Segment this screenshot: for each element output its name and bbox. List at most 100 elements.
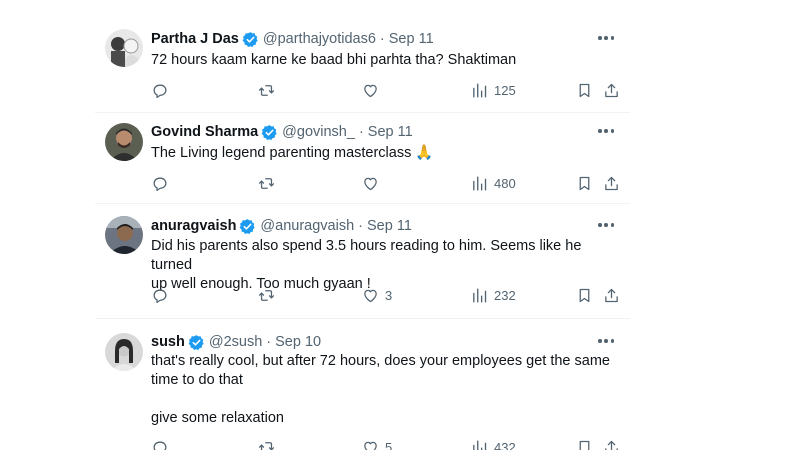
views-button[interactable]: 432 [471, 437, 516, 450]
like-button[interactable]: 5 [362, 437, 392, 450]
views-icon [471, 439, 488, 450]
bookmark-icon [576, 82, 593, 99]
views-count: 432 [494, 439, 516, 450]
repost-button[interactable] [258, 437, 281, 450]
views-button[interactable]: 480 [471, 173, 516, 193]
reply-button[interactable] [151, 437, 174, 450]
share-icon [603, 439, 620, 450]
tweet-header: Govind Sharma @govinsh_ · Sep 11 [151, 121, 413, 143]
views-button[interactable]: 125 [471, 80, 516, 100]
tweet-date[interactable]: Sep 11 [389, 31, 434, 47]
reply-button[interactable] [151, 173, 174, 193]
more-icon[interactable] [596, 30, 616, 46]
views-icon [471, 287, 488, 304]
reply-icon [151, 175, 168, 192]
user-handle[interactable]: @anuragvaish [260, 218, 354, 234]
share-button[interactable] [603, 437, 620, 450]
repost-icon [258, 439, 275, 450]
share-icon [603, 287, 620, 304]
views-button[interactable]: 232 [471, 285, 516, 305]
repost-icon [258, 175, 275, 192]
repost-button[interactable] [258, 80, 281, 100]
reply-button[interactable] [151, 285, 174, 305]
bookmark-button[interactable] [576, 80, 593, 100]
bookmark-button[interactable] [576, 285, 593, 305]
user-handle[interactable]: @2sush [209, 334, 262, 350]
tweet-header: anuragvaish @anuragvaish · Sep 11 [151, 215, 412, 237]
like-button[interactable] [362, 173, 385, 193]
avatar[interactable] [105, 333, 143, 371]
reply-icon [151, 439, 168, 450]
bookmark-button[interactable] [576, 437, 593, 450]
like-count: 3 [385, 287, 393, 303]
views-icon [471, 82, 488, 99]
tweet-text: 72 hours kaam karne ke baad bhi parhta t… [151, 52, 517, 68]
display-name[interactable]: sush [151, 334, 185, 350]
bookmark-icon [576, 439, 593, 450]
action-bar: 3 232 [151, 285, 621, 305]
user-handle[interactable]: @govinsh_ [282, 124, 355, 140]
verified-badge-icon [188, 334, 205, 351]
repost-icon [258, 82, 275, 99]
divider [95, 203, 630, 204]
user-handle[interactable]: @parthajyotidas6 [263, 31, 376, 47]
views-count: 125 [494, 82, 516, 98]
share-icon [603, 175, 620, 192]
display-name[interactable]: Govind Sharma [151, 124, 258, 140]
tweet-item[interactable]: anuragvaish @anuragvaish · Sep 11 Did hi… [95, 215, 630, 307]
repost-icon [258, 287, 275, 304]
tweet-text: The Living legend parenting masterclass … [151, 145, 434, 161]
share-icon [603, 82, 620, 99]
separator-dot: · [358, 218, 363, 234]
tweet-text: that's really cool, but after 72 hours, … [151, 353, 610, 426]
repost-button[interactable] [258, 173, 281, 193]
more-icon[interactable] [596, 217, 616, 233]
more-icon[interactable] [596, 123, 616, 139]
action-bar: 5 432 [151, 437, 621, 450]
bookmark-icon [576, 175, 593, 192]
like-button[interactable]: 3 [362, 285, 392, 305]
tweet-date[interactable]: Sep 11 [367, 218, 412, 234]
repost-button[interactable] [258, 285, 281, 305]
like-icon [362, 82, 379, 99]
tweet-item[interactable]: Govind Sharma @govinsh_ · Sep 11 The Liv… [95, 121, 630, 199]
separator-dot: · [358, 124, 364, 140]
reply-feed: Partha J Das @parthajyotidas6 · Sep 11 7… [95, 0, 630, 450]
action-bar: 125 [151, 80, 621, 100]
like-count: 5 [385, 439, 393, 450]
avatar[interactable] [105, 123, 143, 161]
share-button[interactable] [603, 173, 620, 193]
verified-badge-icon [242, 31, 259, 48]
tweet-item[interactable]: Partha J Das @parthajyotidas6 · Sep 11 7… [95, 28, 630, 108]
divider [95, 112, 630, 113]
share-button[interactable] [603, 80, 620, 100]
like-button[interactable] [362, 80, 385, 100]
like-icon [362, 287, 379, 304]
views-count: 480 [494, 175, 516, 191]
tweet-header: Partha J Das @parthajyotidas6 · Sep 11 [151, 28, 434, 50]
tweet-header: sush @2sush · Sep 10 [151, 331, 321, 353]
views-count: 232 [494, 287, 516, 303]
tweet-item[interactable]: sush @2sush · Sep 10 that's really cool,… [95, 331, 630, 450]
views-icon [471, 175, 488, 192]
display-name[interactable]: Partha J Das [151, 31, 239, 47]
like-icon [362, 175, 379, 192]
divider [95, 318, 630, 319]
tweet-date[interactable]: Sep 11 [368, 124, 413, 140]
reply-button[interactable] [151, 80, 174, 100]
avatar[interactable] [105, 29, 143, 67]
more-icon[interactable] [596, 333, 616, 349]
bookmark-icon [576, 287, 593, 304]
reply-icon [151, 82, 168, 99]
verified-badge-icon [239, 218, 256, 235]
action-bar: 480 [151, 173, 621, 193]
bookmark-button[interactable] [576, 173, 593, 193]
display-name[interactable]: anuragvaish [151, 218, 236, 234]
verified-badge-icon [261, 124, 278, 141]
share-button[interactable] [603, 285, 620, 305]
avatar[interactable] [105, 216, 143, 254]
reply-icon [151, 287, 168, 304]
separator-dot: · [266, 334, 272, 350]
like-icon [362, 439, 379, 450]
tweet-date[interactable]: Sep 10 [275, 334, 321, 350]
